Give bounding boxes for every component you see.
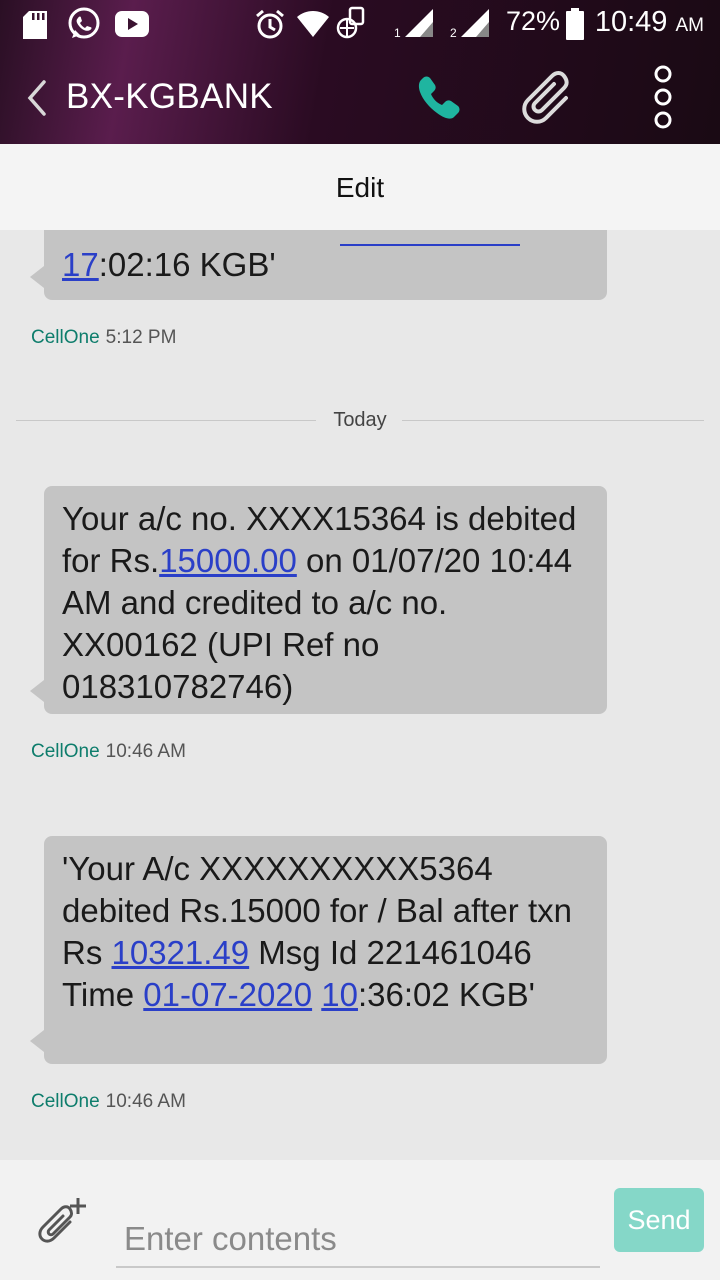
message-link[interactable]: 01-07-2020 [143, 976, 312, 1013]
message-bubble[interactable]: 'Your A/c XXXXXXXXXX5364 debited Rs.1500… [30, 836, 607, 1064]
message-bubble[interactable]: 17:02:16 KGB' [30, 230, 607, 300]
more-options-button[interactable] [648, 64, 678, 130]
status-time-ampm: AM [675, 15, 705, 36]
compose-bar: Send [0, 1160, 720, 1280]
edit-button[interactable]: Edit [336, 172, 384, 204]
send-button[interactable]: Send [614, 1188, 704, 1252]
date-divider: Today [16, 409, 704, 431]
message-link[interactable]: 10321.49 [112, 934, 250, 971]
message-sender: CellOne [31, 741, 100, 762]
message-time: 10:46 AM [105, 1091, 186, 1112]
status-bar: 1 2 72% 10:49 AM [0, 0, 720, 50]
message-sender: CellOne [31, 1091, 100, 1112]
conversation-list[interactable]: 17:02:16 KGB' CellOne 5:12 PM Today Your … [0, 230, 720, 1160]
message-link[interactable]: 17 [62, 246, 99, 283]
message-text-segment: :36:02 KGB' [357, 976, 535, 1013]
wifi-icon [296, 10, 330, 42]
whatsapp-icon [66, 6, 102, 46]
sim2-label: 2 [450, 26, 457, 40]
chevron-left-icon [27, 80, 46, 116]
status-time-value: 10:49 [594, 6, 668, 38]
phone-icon [418, 76, 460, 119]
message-text: 'Your A/c XXXXXXXXXX5364 debited Rs.1500… [62, 848, 589, 1016]
signal-icon [404, 8, 434, 42]
paperclip-icon [522, 71, 569, 124]
message-input[interactable] [116, 1212, 600, 1268]
message-link[interactable]: 10 [321, 976, 358, 1013]
message-meta: CellOne 5:12 PM [31, 327, 176, 349]
sim-tool-icon [336, 6, 366, 46]
message-text-segment: :02:16 KGB' [98, 246, 276, 283]
top-header: 1 2 72% 10:49 AM BX-KGBANK [0, 0, 720, 144]
battery-percent: 72% [506, 6, 561, 36]
attach-button[interactable] [520, 70, 582, 126]
sim1-label: 1 [394, 26, 401, 40]
message-text: Your a/c no. XXXX15364 is debited for Rs… [62, 498, 589, 708]
edit-bar: Edit [0, 144, 720, 230]
conversation-title: BX-KGBANK [66, 77, 273, 116]
back-button[interactable] [20, 76, 60, 120]
message-link[interactable]: 15000.00 [159, 542, 297, 579]
call-button[interactable] [414, 72, 466, 124]
signal-2-icon [460, 8, 490, 42]
sd-card-icon [22, 10, 48, 44]
add-attachment-button[interactable] [34, 1194, 90, 1250]
message-sender: CellOne [31, 327, 100, 348]
message-meta: CellOne 10:46 AM [31, 1091, 186, 1113]
message-text-segment [312, 976, 321, 1013]
message-text: 17:02:16 KGB' [62, 244, 276, 286]
message-bubble[interactable]: Your a/c no. XXXX15364 is debited for Rs… [30, 486, 607, 714]
alarm-icon [254, 8, 286, 44]
more-vertical-icon [654, 65, 672, 129]
app-bar: BX-KGBANK [0, 50, 720, 144]
message-meta: CellOne 10:46 AM [31, 741, 186, 763]
battery-icon [566, 8, 584, 44]
link-underline-fragment [340, 244, 520, 246]
date-divider-label: Today [333, 409, 387, 431]
youtube-icon [114, 10, 150, 42]
message-time: 10:46 AM [105, 741, 186, 762]
attach-add-icon [38, 1198, 86, 1243]
status-time: 10:49 AM [595, 6, 704, 39]
message-time: 5:12 PM [105, 327, 177, 348]
